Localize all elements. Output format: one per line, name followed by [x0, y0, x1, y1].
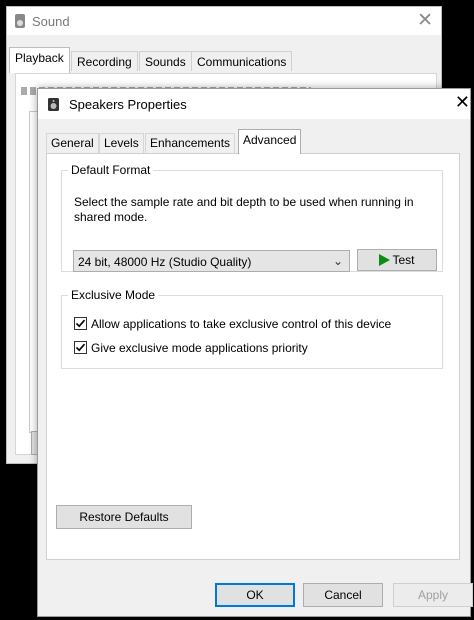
checkmark-icon: [75, 343, 86, 352]
speaker-icon: [48, 98, 59, 111]
exclusive-priority-option[interactable]: Give exclusive mode applications priorit…: [74, 340, 308, 356]
tab-communications[interactable]: Communications: [191, 51, 293, 71]
exclusive-mode-legend: Exclusive Mode: [68, 288, 159, 302]
tab-enhancements[interactable]: Enhancements: [145, 133, 236, 153]
play-icon: [379, 254, 391, 266]
sound-window-title: Sound: [32, 14, 70, 29]
exclusive-priority-label: Give exclusive mode applications priorit…: [91, 341, 308, 355]
apply-button[interactable]: Apply: [393, 583, 473, 607]
sound-title-bar: Sound ✕: [7, 7, 441, 35]
tab-playback[interactable]: Playback: [9, 47, 70, 73]
dialog-title-bar: Speakers Properties ✕: [38, 89, 470, 119]
exclusive-control-label: Allow applications to take exclusive con…: [91, 317, 392, 331]
default-format-description: Select the sample rate and bit depth to …: [74, 195, 414, 224]
test-button-label: Test: [392, 253, 415, 267]
tab-levels[interactable]: Levels: [99, 133, 144, 153]
test-button[interactable]: Test: [357, 249, 437, 271]
exclusive-priority-checkbox[interactable]: [74, 341, 87, 354]
exclusive-control-checkbox[interactable]: [74, 317, 87, 330]
cancel-button[interactable]: Cancel: [303, 583, 383, 607]
exclusive-control-option[interactable]: Allow applications to take exclusive con…: [74, 316, 391, 332]
checkmark-icon: [75, 319, 86, 328]
format-select-value: 24 bit, 48000 Hz (Studio Quality): [78, 255, 252, 269]
close-icon[interactable]: ✕: [455, 92, 470, 113]
tab-advanced[interactable]: Advanced: [238, 129, 302, 154]
tab-sounds[interactable]: Sounds: [139, 51, 192, 71]
tab-general[interactable]: General: [46, 133, 99, 153]
chevron-down-icon: ⌄: [332, 254, 343, 268]
tab-recording[interactable]: Recording: [71, 51, 138, 71]
advanced-tab-page: Default Format Select the sample rate an…: [46, 153, 460, 560]
exclusive-mode-group: Exclusive Mode Allow applications to tak…: [61, 288, 443, 369]
restore-defaults-button[interactable]: Restore Defaults: [56, 505, 192, 529]
dialog-title: Speakers Properties: [69, 97, 187, 112]
speakers-properties-dialog: Speakers Properties ✕ General Levels Enh…: [37, 88, 473, 617]
speaker-icon: [15, 14, 25, 28]
close-icon[interactable]: ✕: [417, 9, 433, 32]
format-select[interactable]: 24 bit, 48000 Hz (Studio Quality) ⌄: [73, 250, 350, 272]
ok-button[interactable]: OK: [215, 583, 295, 607]
default-format-group: Default Format Select the sample rate an…: [61, 163, 443, 272]
default-format-legend: Default Format: [68, 163, 154, 177]
